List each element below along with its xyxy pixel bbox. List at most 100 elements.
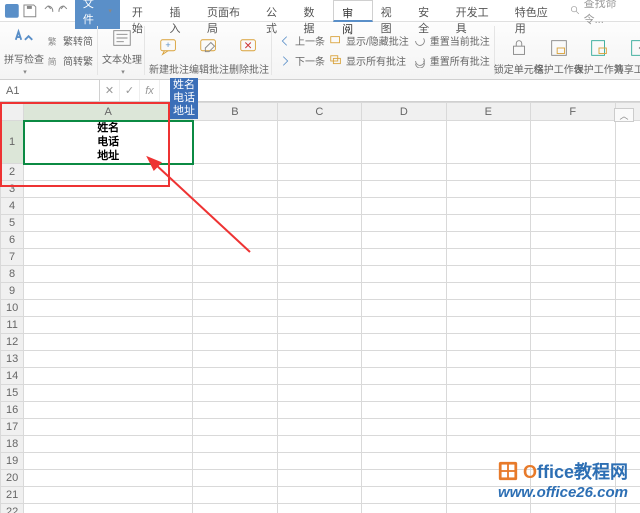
row-header[interactable]: 2 [1, 164, 24, 181]
cell[interactable] [362, 181, 446, 198]
cell[interactable] [277, 436, 361, 453]
cell[interactable] [446, 283, 530, 300]
cell[interactable] [193, 385, 277, 402]
cell[interactable] [362, 436, 446, 453]
cell[interactable] [24, 249, 193, 266]
collapse-ribbon-button[interactable]: ︿ [614, 108, 634, 122]
cell[interactable] [24, 181, 193, 198]
cell[interactable] [24, 504, 193, 513]
cell[interactable] [193, 215, 277, 232]
cell[interactable] [615, 215, 640, 232]
cell[interactable] [531, 215, 615, 232]
delete-comment-button[interactable]: 删除批注 [231, 26, 267, 76]
cell[interactable] [193, 317, 277, 334]
cell[interactable] [446, 419, 530, 436]
cell[interactable] [446, 436, 530, 453]
cell[interactable] [531, 249, 615, 266]
cell[interactable] [362, 198, 446, 215]
cell[interactable] [615, 419, 640, 436]
cell[interactable] [446, 181, 530, 198]
cell[interactable] [193, 334, 277, 351]
column-header-b[interactable]: B [193, 103, 277, 121]
cell[interactable] [531, 436, 615, 453]
cell[interactable] [24, 351, 193, 368]
cell[interactable] [193, 368, 277, 385]
tab-page-layout[interactable]: 页面布局 [199, 0, 258, 22]
cell[interactable] [446, 351, 530, 368]
row-header[interactable]: 21 [1, 487, 24, 504]
cell[interactable] [615, 402, 640, 419]
cell[interactable] [362, 334, 446, 351]
row-header[interactable]: 22 [1, 504, 24, 513]
cell[interactable] [277, 317, 361, 334]
cell[interactable] [446, 402, 530, 419]
row-header[interactable]: 19 [1, 453, 24, 470]
formula-enter-button[interactable]: ✓ [120, 80, 140, 101]
cell[interactable] [362, 419, 446, 436]
cell[interactable] [362, 232, 446, 249]
tab-review[interactable]: 审阅 [333, 0, 373, 22]
row-header[interactable]: 7 [1, 249, 24, 266]
cell[interactable] [24, 164, 193, 181]
cell[interactable] [24, 368, 193, 385]
tab-view[interactable]: 视图 [373, 0, 411, 22]
cell[interactable] [531, 198, 615, 215]
cell[interactable] [615, 164, 640, 181]
cell[interactable] [362, 351, 446, 368]
column-header-f[interactable]: F [531, 103, 615, 121]
cell[interactable] [277, 385, 361, 402]
cell[interactable] [277, 402, 361, 419]
cell[interactable] [446, 198, 530, 215]
cell[interactable] [193, 249, 277, 266]
cell[interactable] [615, 368, 640, 385]
cell[interactable] [24, 419, 193, 436]
cell[interactable] [24, 470, 193, 487]
save-icon[interactable] [22, 3, 38, 19]
row-header[interactable]: 12 [1, 334, 24, 351]
cell[interactable] [277, 198, 361, 215]
file-menu-button[interactable]: 文件 [75, 0, 120, 29]
cell[interactable] [531, 232, 615, 249]
row-header[interactable]: 3 [1, 181, 24, 198]
row-header[interactable]: 16 [1, 402, 24, 419]
cell[interactable] [362, 487, 446, 504]
cell[interactable] [446, 232, 530, 249]
cell[interactable] [615, 317, 640, 334]
cell[interactable] [531, 266, 615, 283]
cell[interactable] [193, 453, 277, 470]
cell[interactable] [193, 436, 277, 453]
cell[interactable] [277, 334, 361, 351]
tab-home[interactable]: 开始 [124, 0, 162, 22]
cell[interactable] [24, 334, 193, 351]
column-header-d[interactable]: D [362, 103, 446, 121]
row-header[interactable]: 4 [1, 198, 24, 215]
cell[interactable] [531, 385, 615, 402]
text-process-button[interactable]: 文本处理 [104, 26, 140, 76]
cell[interactable] [193, 198, 277, 215]
cell[interactable] [193, 164, 277, 181]
protect-workbook-button[interactable]: 保护工作簿 [581, 26, 617, 76]
cell[interactable] [277, 453, 361, 470]
row-header[interactable]: 5 [1, 215, 24, 232]
formula-cancel-button[interactable]: ✕ [100, 80, 120, 101]
cell[interactable] [24, 453, 193, 470]
cell[interactable] [615, 504, 640, 513]
cell[interactable] [193, 419, 277, 436]
cell[interactable] [362, 249, 446, 266]
spellcheck-button[interactable]: 拼写检查 [6, 26, 42, 76]
cell[interactable] [193, 487, 277, 504]
cell[interactable] [531, 419, 615, 436]
cell[interactable] [531, 121, 615, 164]
cell[interactable] [24, 317, 193, 334]
simp-to-trad-button[interactable]: 繁繁转简 [46, 32, 93, 50]
new-comment-button[interactable]: + 新建批注 [151, 26, 187, 76]
tab-developer[interactable]: 开发工具 [448, 0, 507, 22]
cell[interactable] [277, 164, 361, 181]
cell[interactable] [615, 181, 640, 198]
row-header[interactable]: 18 [1, 436, 24, 453]
cell[interactable] [362, 266, 446, 283]
cell[interactable] [193, 504, 277, 513]
cell[interactable] [362, 164, 446, 181]
cell[interactable] [615, 266, 640, 283]
cell[interactable] [193, 351, 277, 368]
